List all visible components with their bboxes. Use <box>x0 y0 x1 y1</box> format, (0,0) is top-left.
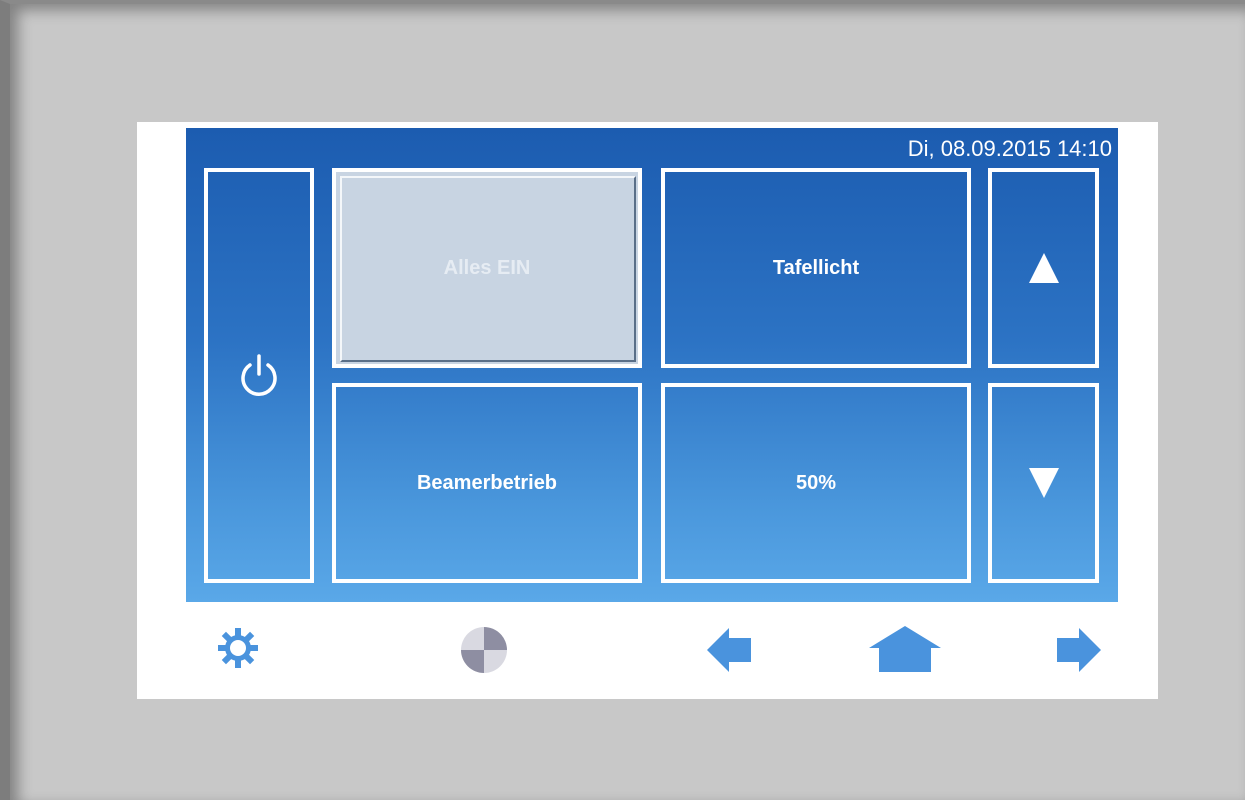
display-mode-button[interactable] <box>459 625 509 675</box>
tafellicht-button[interactable]: Tafellicht <box>661 168 971 368</box>
home-icon <box>869 626 941 672</box>
arrow-down-icon <box>1028 468 1059 498</box>
power-icon <box>241 353 277 396</box>
touch-panel: Di, 08.09.2015 14:10 Alles EIN Tafellich… <box>137 122 1158 699</box>
control-screen: Di, 08.09.2015 14:10 Alles EIN Tafellich… <box>186 128 1118 602</box>
home-button[interactable] <box>867 624 943 674</box>
tafellicht-label: Tafellicht <box>772 256 860 279</box>
down-button[interactable] <box>988 383 1099 583</box>
next-page-button[interactable] <box>1055 626 1103 674</box>
settings-gear-icon <box>218 628 258 668</box>
settings-button[interactable] <box>216 626 260 670</box>
alles-ein-label: Alles EIN <box>443 256 531 279</box>
bottom-nav-bar <box>137 612 1158 692</box>
datetime-display: Di, 08.09.2015 14:10 <box>907 136 1112 161</box>
previous-page-button[interactable] <box>705 626 753 674</box>
beamerbetrieb-button[interactable]: Beamerbetrieb <box>332 383 642 583</box>
arrow-right-icon <box>1057 628 1101 672</box>
dimmer-percent-button[interactable]: 50% <box>661 383 971 583</box>
arrow-left-icon <box>707 628 751 672</box>
dimmer-percent-label: 50% <box>795 471 837 494</box>
display-mode-icon <box>461 627 507 673</box>
up-button[interactable] <box>988 168 1099 368</box>
beamerbetrieb-label: Beamerbetrieb <box>416 471 558 494</box>
power-button[interactable] <box>204 168 314 583</box>
alles-ein-button[interactable]: Alles EIN <box>332 168 642 368</box>
device-bezel: Di, 08.09.2015 14:10 Alles EIN Tafellich… <box>0 0 1245 800</box>
arrow-up-icon <box>1028 253 1059 283</box>
